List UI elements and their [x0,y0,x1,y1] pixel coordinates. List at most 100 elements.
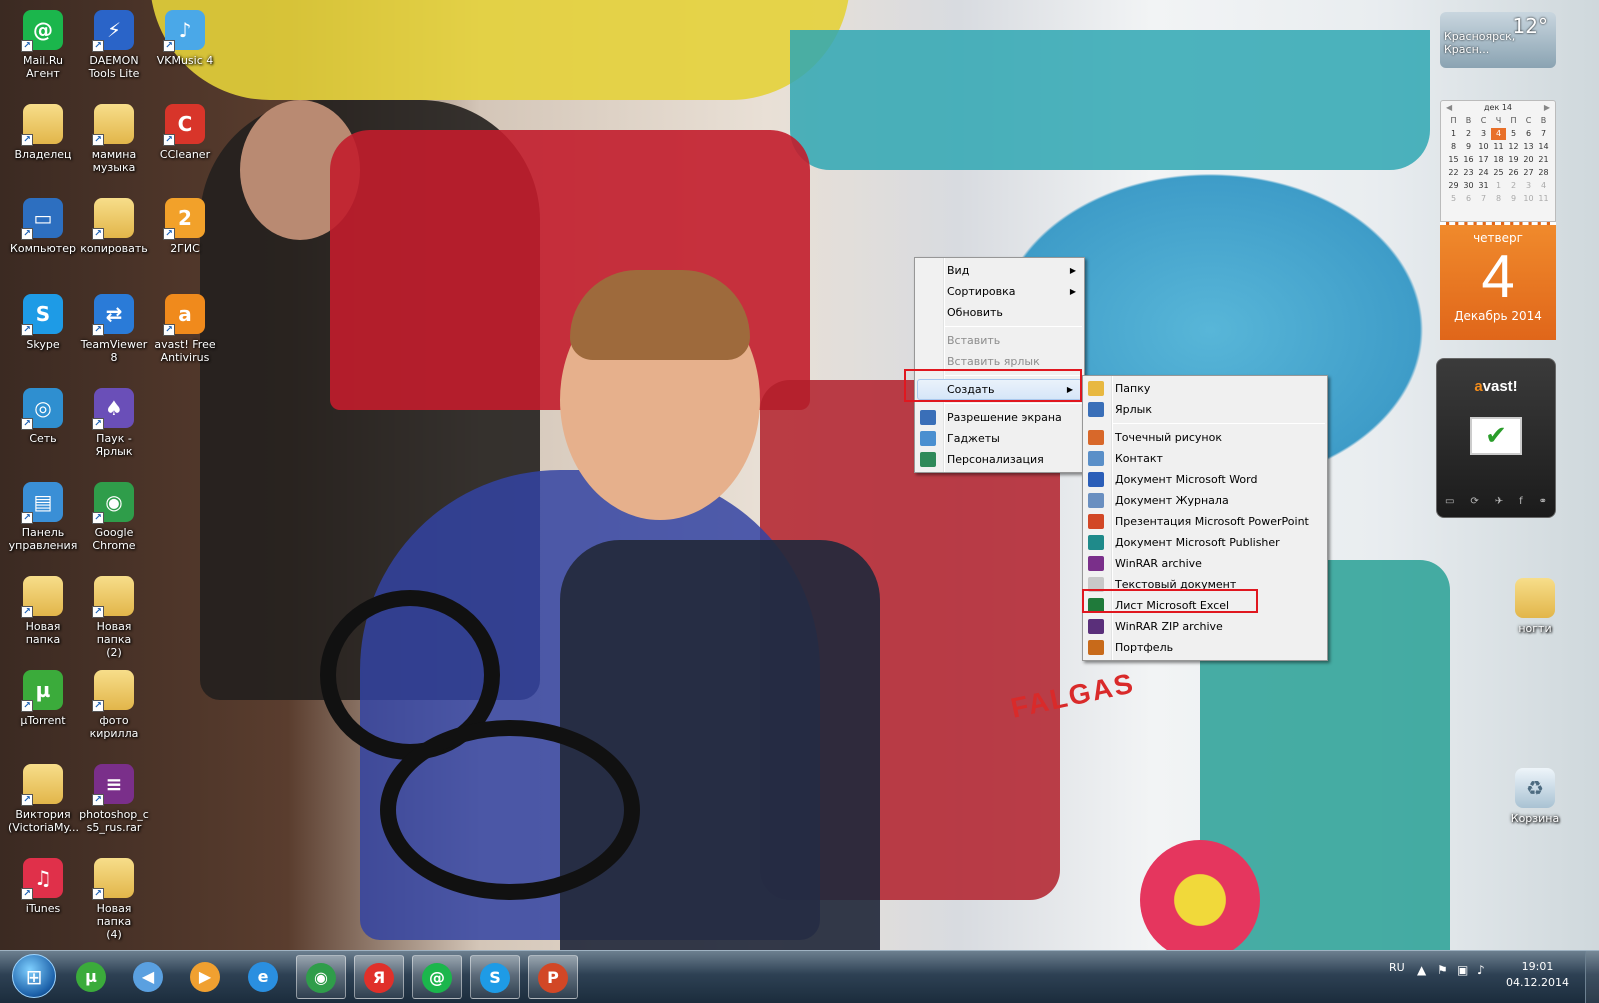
calendar-day[interactable]: 23 [1461,167,1476,179]
calendar-day[interactable]: 4 [1536,180,1551,192]
calendar-day[interactable]: 16 [1461,154,1476,166]
calendar-day[interactable]: 19 [1506,154,1521,166]
calendar-day[interactable]: 17 [1476,154,1491,166]
prev-month-icon[interactable]: ◀ [1446,101,1452,115]
desktop-icon[interactable]: C ↗ CCleaner [150,104,220,161]
calendar-day[interactable]: 11 [1536,193,1551,205]
context-menu-item[interactable]: Персонализация [915,449,1084,470]
volume-icon[interactable]: ♪ [1477,963,1485,977]
desktop-icon[interactable]: ↗ Виктория (VictoriaMy... [8,764,79,834]
calendar-day[interactable]: 7 [1536,128,1551,140]
action-center-flag-icon[interactable]: ⚑ [1437,963,1448,977]
next-month-icon[interactable]: ▶ [1544,101,1550,115]
desktop-icon[interactable]: ↗ Владелец [8,104,78,161]
taskbar-button-chrome[interactable]: ◉ [296,955,346,999]
calendar-day[interactable]: 21 [1536,154,1551,166]
desktop-icon[interactable]: ⚡ ↗ DAEMON Tools Lite [79,10,149,80]
taskbar-button-volume-app[interactable]: ◀ [123,955,173,999]
context-menu-item[interactable]: Обновить [915,302,1084,323]
desktop-icon[interactable]: ≡ ↗ photoshop_c s5_rus.rar [79,764,149,834]
calendar-day[interactable]: 25 [1491,167,1506,179]
desktop-icon[interactable]: S ↗ Skype [8,294,78,351]
taskbar-button-skype[interactable]: S [470,955,520,999]
window-icon[interactable]: ▭ [1445,496,1454,507]
desktop-icon[interactable]: ↗ мамина музыка [79,104,149,174]
calendar-day[interactable]: 9 [1506,193,1521,205]
calendar-day[interactable]: 26 [1506,167,1521,179]
calendar-day[interactable]: 28 [1536,167,1551,179]
create-submenu-item[interactable]: WinRAR ZIP archive [1083,616,1327,637]
taskbar-button-yandex[interactable]: Я [354,955,404,999]
context-menu-item[interactable]: Вид ▶ [915,260,1084,281]
desktop-icon[interactable]: ↗ Новая папка (4) [79,858,149,941]
calendar-day[interactable]: 18 [1491,154,1506,166]
context-menu-item[interactable]: Вставить [915,330,1084,351]
create-submenu-item[interactable]: Документ Журнала [1083,490,1327,511]
calendar-day[interactable]: 15 [1446,154,1461,166]
context-menu-item[interactable]: Гаджеты [915,428,1084,449]
avast-gadget[interactable]: avast! ✔ ▭ ⟳ ✈ f ⚭ [1436,358,1556,518]
calendar-day[interactable]: 6 [1461,193,1476,205]
facebook-icon[interactable]: f [1519,496,1523,507]
desktop-icon[interactable]: ↗ Новая папка (2) [79,576,149,659]
calendar-day[interactable]: 1 [1491,180,1506,192]
calendar-day[interactable]: 3 [1521,180,1536,192]
calendar-day[interactable]: 5 [1506,128,1521,140]
desktop-wallpaper[interactable]: FALGAS [0,0,1599,968]
calendar-day[interactable]: 2 [1506,180,1521,192]
desktop-icon[interactable]: ♫ ↗ iTunes [8,858,78,915]
calendar-day[interactable]: 8 [1491,193,1506,205]
calendar-day[interactable]: 27 [1521,167,1536,179]
calendar-day[interactable]: 22 [1446,167,1461,179]
calendar-day[interactable]: 6 [1521,128,1536,140]
calendar-day[interactable]: 4 [1491,128,1506,140]
desktop-icon[interactable]: ♪ ↗ VKMusic 4 [150,10,220,67]
taskbar-button-utorrent[interactable]: µ [66,955,116,999]
create-submenu-item[interactable]: Презентация Microsoft PowerPoint [1083,511,1327,532]
context-menu-item[interactable]: Разрешение экрана [915,407,1084,428]
desktop-icon[interactable]: a ↗ avast! Free Antivirus [150,294,220,364]
calendar-day[interactable]: 5 [1446,193,1461,205]
calendar-day[interactable]: 3 [1476,128,1491,140]
desktop-icon[interactable]: @ ↗ Mail.Ru Агент [8,10,78,80]
desktop-icon[interactable]: ▤ ↗ Панель управления [8,482,78,552]
desktop-icon[interactable]: 2 ↗ 2ГИС [150,198,220,255]
create-submenu-item[interactable]: Контакт [1083,448,1327,469]
desktop-icon-recycle-bin[interactable]: ♻ Корзина [1500,768,1570,825]
create-submenu-item[interactable]: WinRAR archive [1083,553,1327,574]
create-submenu-item[interactable]: Документ Microsoft Word [1083,469,1327,490]
desktop-icon[interactable]: ▭ ↗ Компьютер [8,198,78,255]
calendar-day[interactable]: 14 [1536,141,1551,153]
show-desktop-button[interactable] [1585,951,1599,1003]
desktop-icon[interactable]: ↗ Новая папка [8,576,78,646]
create-submenu-item[interactable]: Документ Microsoft Publisher [1083,532,1327,553]
calendar-day[interactable]: 24 [1476,167,1491,179]
calendar-day[interactable]: 13 [1521,141,1536,153]
desktop-icon[interactable]: ↗ копировать [79,198,149,255]
desktop-icon[interactable]: ◉ ↗ Google Chrome [79,482,149,552]
twitter-icon[interactable]: ✈ [1495,496,1503,507]
create-submenu-item[interactable]: Точечный рисунок [1083,427,1327,448]
taskbar-button-powerpoint[interactable]: P [528,955,578,999]
calendar-day[interactable]: 8 [1446,141,1461,153]
calendar-day[interactable]: 10 [1476,141,1491,153]
show-hidden-icons-icon[interactable]: ▲ [1417,963,1426,977]
calendar-day[interactable]: 20 [1521,154,1536,166]
refresh-icon[interactable]: ⟳ [1470,496,1478,507]
desktop-icon[interactable]: ⇄ ↗ TeamViewer 8 [79,294,149,364]
calendar-day[interactable]: 9 [1461,141,1476,153]
calendar-day[interactable]: 2 [1461,128,1476,140]
calendar-day[interactable]: 7 [1476,193,1491,205]
desktop-icon-nogti[interactable]: ногти [1500,578,1570,635]
network-tray-icon[interactable]: ▣ [1457,963,1468,977]
language-indicator[interactable]: RU [1389,961,1405,974]
calendar-day[interactable]: 31 [1476,180,1491,192]
calendar-day[interactable]: 29 [1446,180,1461,192]
clock[interactable]: 19:01 04.12.2014 [1506,959,1569,991]
desktop-icon[interactable]: ◎ ↗ Сеть [8,388,78,445]
context-menu-item[interactable]: Сортировка ▶ [915,281,1084,302]
calendar-day[interactable]: 1 [1446,128,1461,140]
create-submenu-item[interactable]: Портфель [1083,637,1327,658]
calendar-day[interactable]: 11 [1491,141,1506,153]
taskbar-button-media-player[interactable]: ▶ [180,955,230,999]
